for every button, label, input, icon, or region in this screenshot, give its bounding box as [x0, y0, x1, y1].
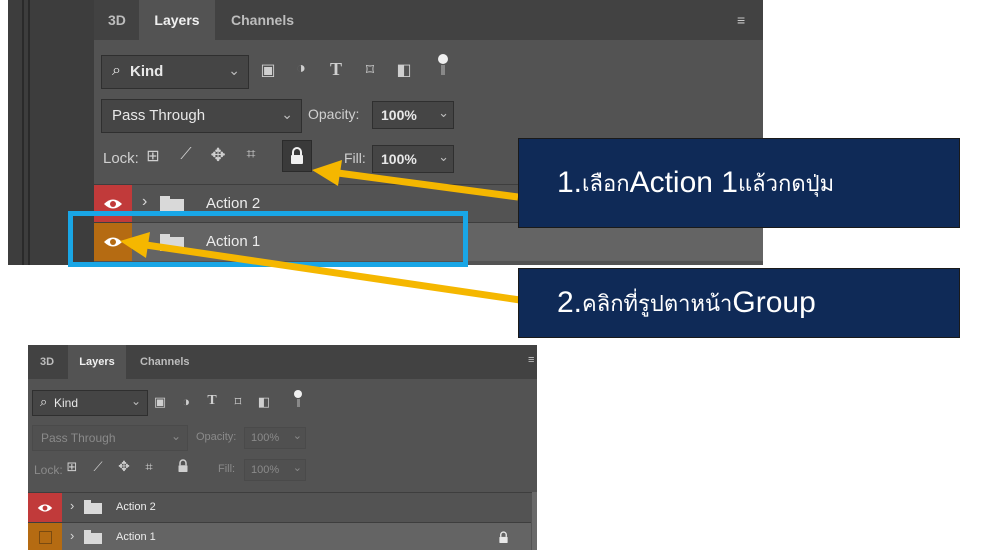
blend-mode-value: Pass Through — [41, 431, 116, 445]
opacity-label: Opacity: — [308, 106, 360, 122]
smart-object-filter-icon[interactable]: ◧ — [256, 394, 272, 410]
hidden-eye-placeholder — [39, 531, 52, 544]
layer-row-action-2[interactable]: › Action 2 — [28, 492, 537, 522]
lock-artboard-icon[interactable]: ⌗ — [141, 459, 157, 475]
type-filter-icon[interactable]: T — [326, 59, 346, 80]
eye-icon[interactable] — [28, 493, 62, 522]
folder-icon — [84, 500, 102, 514]
filter-toggle-icon[interactable] — [294, 390, 302, 408]
fill-label: Fill: — [344, 150, 366, 166]
lock-label: Lock: — [103, 150, 139, 167]
image-filter-icon[interactable]: ▣ — [152, 394, 168, 410]
opacity-value: 100% — [251, 432, 280, 444]
callout-step-1: 1. เลือก Action 1 แล้วกดปุ่ม — [518, 138, 960, 228]
smart-object-filter-icon[interactable]: ◧ — [394, 60, 414, 80]
layers-panel-bottom: 3D Layers Channels ≡ ⌕ Kind ⌄ ▣ ◑ T ⌑ ◧ … — [28, 345, 537, 550]
chevron-right-icon[interactable]: › — [70, 498, 74, 513]
fill-value: 100% — [251, 464, 280, 476]
step-number: 2. — [557, 286, 583, 319]
chevron-down-icon: ⌄ — [292, 462, 302, 474]
fill-label: Fill: — [218, 463, 236, 475]
chevron-right-icon[interactable]: › — [142, 193, 147, 211]
callout-step-2: 2. คลิกที่รูปตาหน้า Group — [518, 268, 960, 338]
eye-visibility-off[interactable] — [28, 523, 62, 550]
lock-paint-icon[interactable]: ⟋ — [176, 146, 196, 164]
opacity-field[interactable]: 100% ⌄ — [372, 101, 454, 129]
blend-mode-value: Pass Through — [112, 107, 206, 124]
lock-move-icon[interactable]: ✥ — [116, 458, 132, 475]
lock-move-icon[interactable]: ✥ — [208, 145, 228, 166]
lock-all-icon[interactable] — [176, 459, 190, 478]
filter-toggle-icon[interactable] — [438, 54, 448, 76]
filter-kind-label: Kind — [54, 396, 79, 410]
lock-all-icon[interactable] — [282, 140, 312, 172]
chevron-down-icon: ⌄ — [170, 429, 181, 443]
highlight-box — [68, 211, 468, 267]
panel-menu-icon[interactable]: ≡ — [737, 12, 745, 28]
step-text: เลือก — [582, 170, 630, 196]
filter-kind-label: Kind — [130, 63, 164, 80]
chevron-right-icon[interactable]: › — [70, 528, 74, 543]
tab-3d[interactable]: 3D — [108, 0, 126, 40]
lock-artboard-icon[interactable]: ⌗ — [241, 146, 261, 164]
adjustment-filter-icon[interactable]: ◑ — [178, 394, 194, 409]
lock-pixels-icon[interactable]: ⊞ — [143, 146, 163, 166]
opacity-label: Opacity: — [196, 431, 237, 443]
layer-row-action-1[interactable]: › Action 1 — [28, 522, 531, 550]
layer-name: Action 2 — [206, 195, 261, 212]
tab-layers[interactable]: Layers — [139, 0, 215, 40]
lock-icon — [498, 531, 509, 549]
step-text-rest: แล้วกดปุ่ม — [737, 170, 835, 196]
chevron-down-icon: ⌄ — [292, 430, 302, 442]
shape-filter-icon[interactable]: ⌑ — [230, 394, 246, 410]
step-text: คลิกที่รูปตาหน้า — [582, 290, 733, 316]
image-filter-icon[interactable]: ▣ — [258, 60, 278, 80]
opacity-field[interactable]: 100% ⌄ — [244, 427, 306, 449]
fill-field[interactable]: 100% ⌄ — [372, 145, 454, 173]
type-filter-icon[interactable]: T — [204, 393, 220, 409]
step-highlight: Group — [732, 286, 816, 319]
lock-label: Lock: — [34, 463, 63, 477]
panel-tab-bar: 3D Layers Channels ≡ — [94, 0, 763, 40]
lock-pixels-icon[interactable]: ⊞ — [64, 459, 80, 475]
search-icon: ⌕ — [40, 394, 48, 409]
opacity-value: 100% — [381, 107, 417, 123]
filter-kind-select[interactable]: ⌕ Kind ⌄ — [101, 55, 249, 89]
panel-tab-bar: 3D Layers Channels ≡ — [28, 345, 537, 379]
panel-menu-icon[interactable]: ≡ — [528, 354, 534, 366]
chevron-down-icon: ⌄ — [438, 149, 449, 164]
chevron-down-icon: ⌄ — [130, 394, 141, 408]
tab-channels[interactable]: Channels — [140, 345, 190, 379]
fill-value: 100% — [381, 151, 417, 167]
step-number: 1. — [557, 166, 583, 199]
tab-channels[interactable]: Channels — [231, 0, 294, 40]
blend-mode-select[interactable]: Pass Through ⌄ — [32, 425, 188, 451]
lock-paint-icon[interactable]: ⟋ — [90, 459, 106, 475]
search-icon: ⌕ — [112, 62, 121, 79]
shape-filter-icon[interactable]: ⌑ — [360, 60, 380, 80]
adjustment-filter-icon[interactable]: ◑ — [291, 60, 311, 78]
tab-layers[interactable]: Layers — [68, 345, 126, 379]
chevron-down-icon: ⌄ — [228, 62, 240, 78]
scrollbar[interactable] — [532, 492, 537, 550]
chevron-down-icon: ⌄ — [438, 105, 449, 120]
layer-name: Action 1 — [116, 531, 156, 543]
chevron-down-icon: ⌄ — [281, 106, 293, 122]
tab-3d[interactable]: 3D — [40, 345, 54, 379]
step-highlight: Action 1 — [629, 166, 738, 199]
filter-kind-select[interactable]: ⌕ Kind ⌄ — [32, 390, 148, 416]
folder-icon — [84, 530, 102, 544]
fill-field[interactable]: 100% ⌄ — [244, 459, 306, 481]
blend-mode-select[interactable]: Pass Through ⌄ — [101, 99, 302, 133]
layer-name: Action 2 — [116, 501, 156, 513]
